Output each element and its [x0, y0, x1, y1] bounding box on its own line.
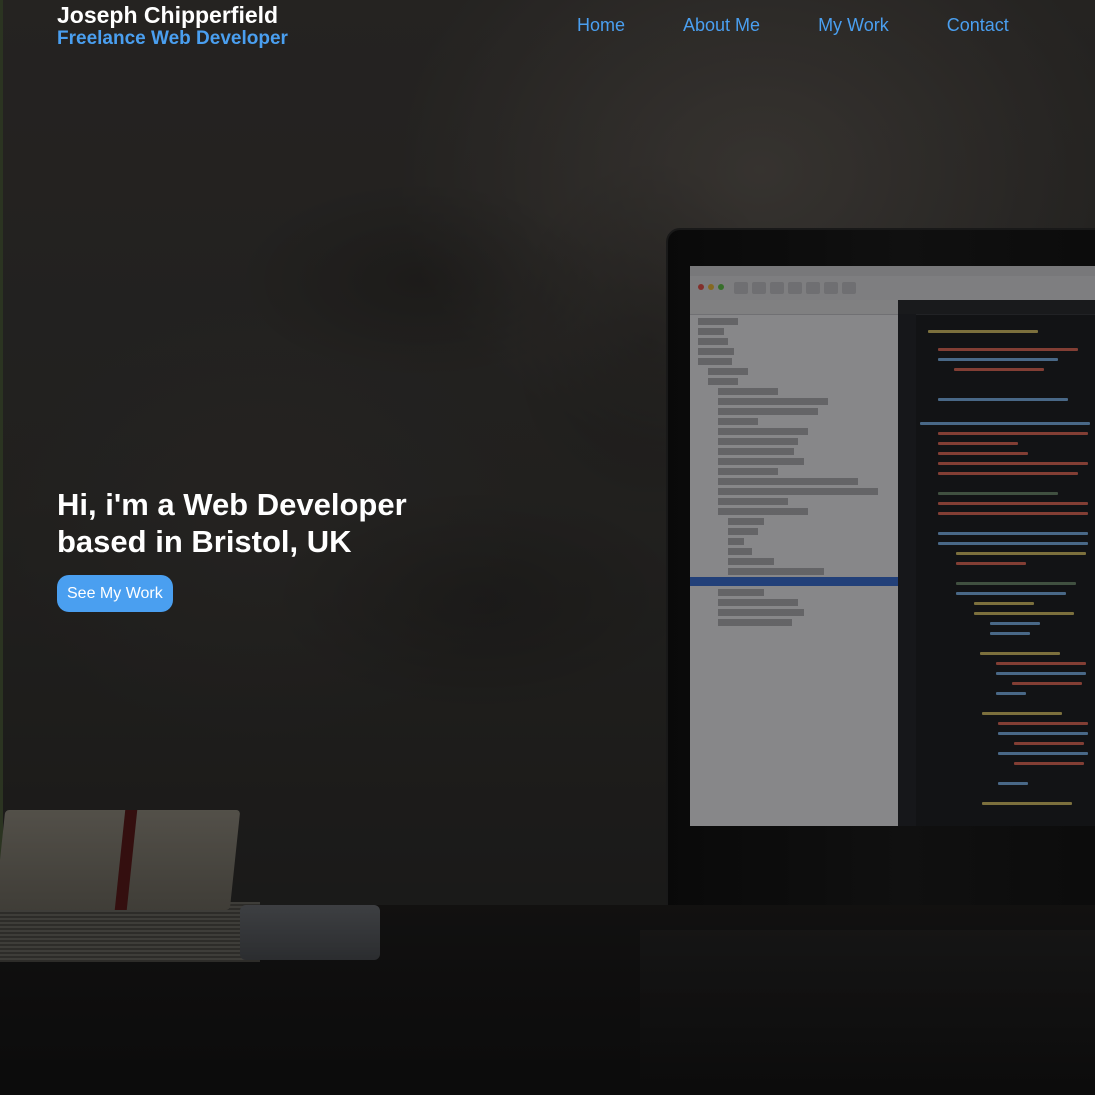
hero-heading: Hi, i'm a Web Developer based in Bristol…	[57, 486, 477, 560]
hero-heading-line-2: based in Bristol, UK	[57, 524, 352, 559]
site-tagline: Freelance Web Developer	[57, 28, 288, 49]
nav-link-about-me[interactable]: About Me	[683, 14, 760, 36]
brand: Joseph Chipperfield Freelance Web Develo…	[57, 2, 288, 50]
hero-heading-line-1: Hi, i'm a Web Developer	[57, 487, 407, 522]
main-nav: Home About Me My Work Contact	[577, 14, 1009, 36]
nav-link-contact[interactable]: Contact	[947, 14, 1009, 36]
site-owner-name: Joseph Chipperfield	[57, 2, 279, 28]
nav-link-home[interactable]: Home	[577, 14, 625, 36]
nav-link-my-work[interactable]: My Work	[818, 14, 889, 36]
site-header: Joseph Chipperfield Freelance Web Develo…	[0, 0, 1095, 60]
see-my-work-button[interactable]: See My Work	[57, 575, 173, 612]
hero-section: Hi, i'm a Web Developer based in Bristol…	[57, 486, 477, 612]
